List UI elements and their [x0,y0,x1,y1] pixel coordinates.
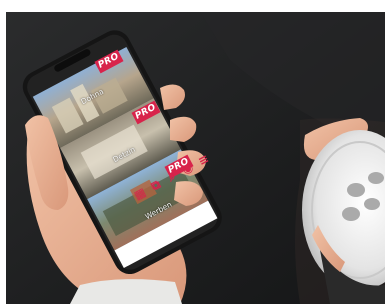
photo-scene: PRO PRO PRO Dohna Detzin Werben ▦ ⧉ ⌕ ◉ … [0,0,385,304]
scene-graphics [0,0,385,304]
